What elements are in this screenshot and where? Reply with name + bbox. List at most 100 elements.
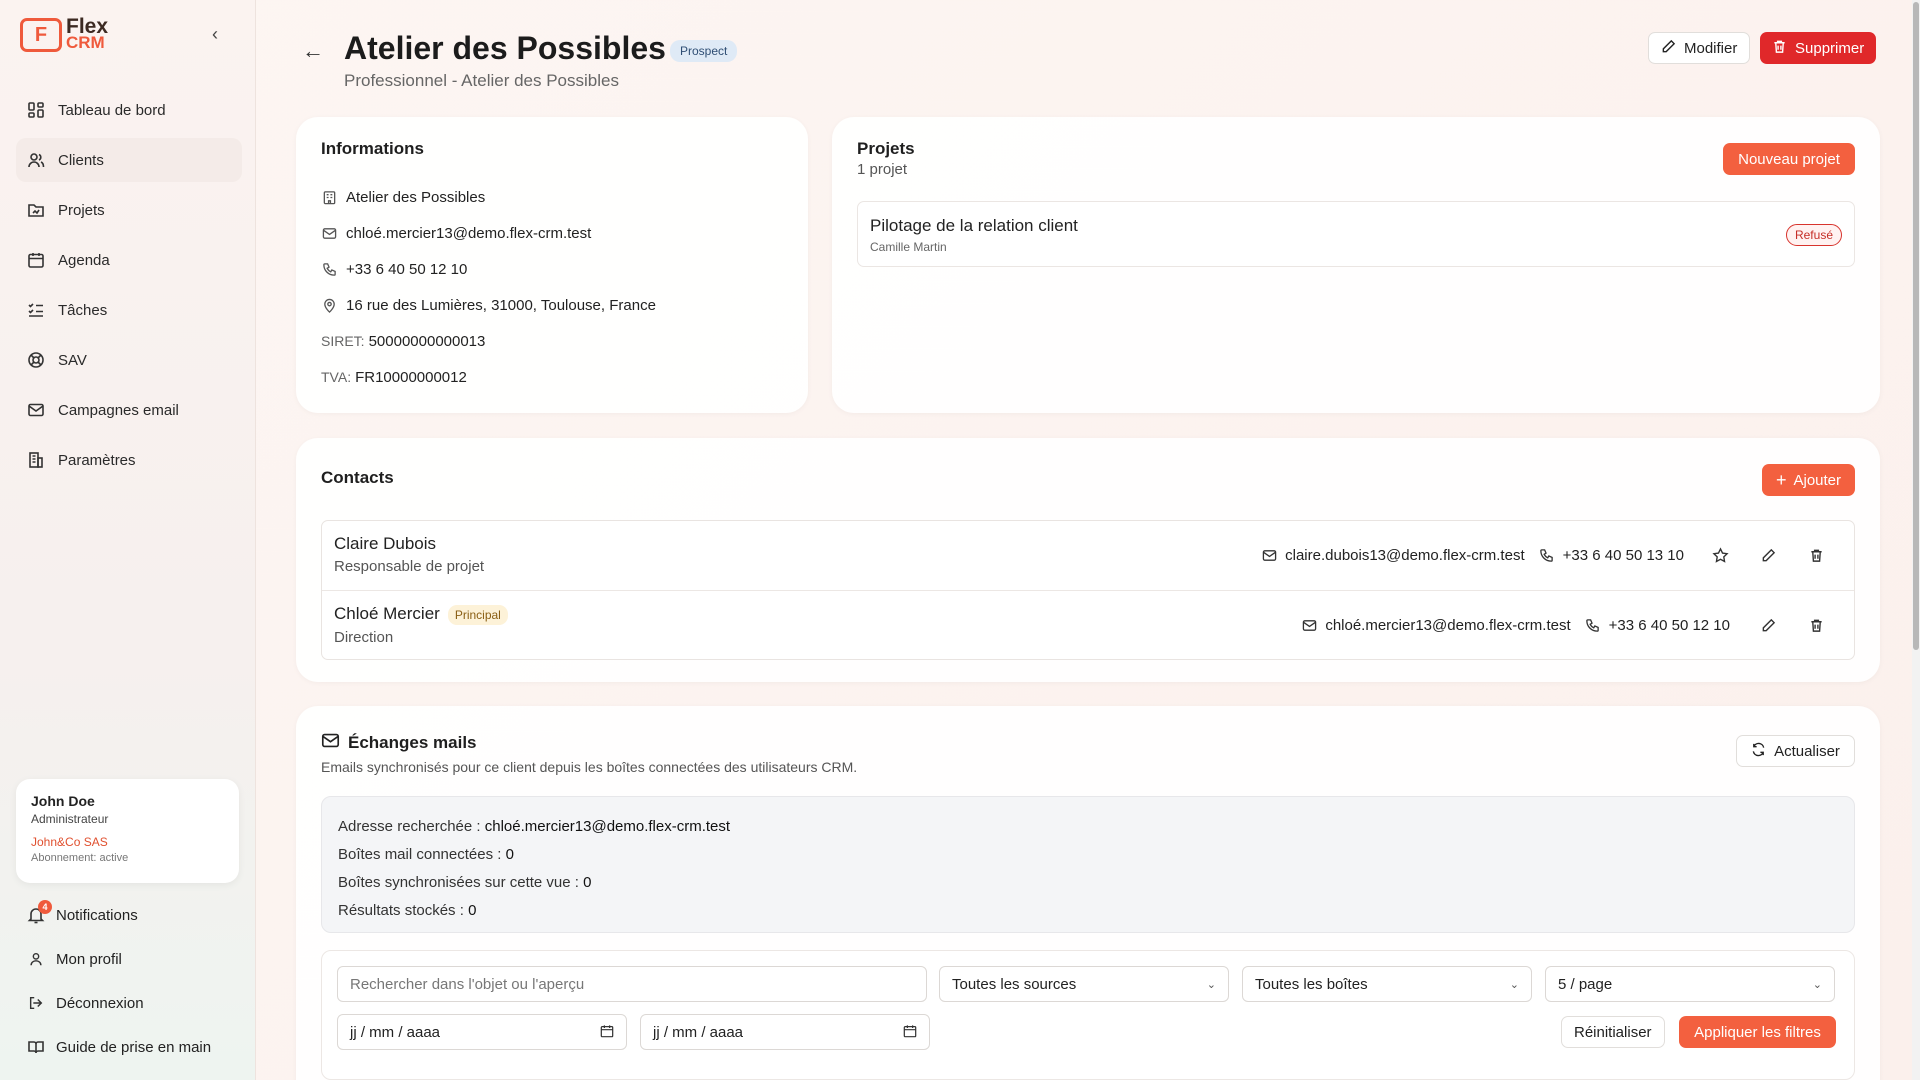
mailbox-select-value: Toutes les boîtes [1255, 975, 1368, 993]
project-item[interactable]: Pilotage de la relation client Camille M… [857, 201, 1855, 267]
pencil-icon[interactable] [1758, 545, 1778, 565]
project-owner: Camille Martin [870, 240, 947, 254]
projects-count: 1 projet [857, 161, 908, 178]
contact-name: Chloé Mercier [334, 604, 440, 623]
page-subtitle: Professionnel - Atelier des Possibles [344, 71, 619, 90]
sidebar-item-projects[interactable]: Projets [16, 188, 242, 232]
date-from-input[interactable]: jj / mm / aaaa [337, 1014, 627, 1050]
sidebar-item-label: Tableau de bord [58, 101, 166, 119]
sidebar-item-email-campaigns[interactable]: Campagnes email [16, 388, 242, 432]
map-pin-icon [321, 297, 337, 313]
refresh-button[interactable]: Actualiser [1736, 735, 1855, 767]
mail-icon [321, 225, 337, 241]
mail-description: Emails synchronisés pour ce client depui… [321, 759, 858, 775]
notifications-link[interactable]: 4 Notifications [26, 893, 246, 937]
mail-search-input[interactable]: Rechercher dans l'objet ou l'aperçu [337, 966, 927, 1002]
info-phone[interactable]: +33 6 40 50 12 10 [346, 261, 467, 278]
lifebuoy-icon [26, 350, 46, 370]
folder-icon [26, 200, 46, 220]
plus-icon: + [1775, 470, 1787, 490]
contact-email[interactable]: chloé.mercier13@demo.flex-crm.test [1325, 617, 1570, 634]
stat-address: Adresse recherchée : chloé.mercier13@dem… [338, 818, 731, 835]
guide-link[interactable]: Guide de prise en main [26, 1025, 246, 1069]
sidebar-item-settings[interactable]: Paramètres [16, 438, 242, 482]
sidebar-item-dashboard[interactable]: Tableau de bord [16, 88, 242, 132]
principal-badge: Principal [447, 604, 508, 625]
calendar-icon[interactable] [600, 1024, 614, 1041]
contact-meta: chloé.mercier13@demo.flex-crm.test +33 6… [1299, 615, 1826, 635]
trash-icon[interactable] [1806, 545, 1826, 565]
sidebar-item-clients[interactable]: Clients [16, 138, 242, 182]
mail-icon [321, 731, 340, 755]
building-icon [321, 189, 337, 205]
source-select[interactable]: Toutes les sources ⌄ [939, 966, 1229, 1002]
contact-row[interactable]: Claire Dubois Responsable de projet clai… [322, 521, 1854, 590]
sidebar-item-agenda[interactable]: Agenda [16, 238, 242, 282]
new-project-button[interactable]: Nouveau projet [1723, 143, 1855, 175]
mail-icon [1259, 545, 1279, 565]
add-contact-button[interactable]: + Ajouter [1762, 464, 1855, 496]
sidebar: F Flex CRM ‹ Tableau de bord Clients Pro… [0, 0, 256, 1080]
user-role: Administrateur [31, 812, 109, 826]
info-company-row: Atelier des Possibles [321, 179, 783, 215]
source-select-value: Toutes les sources [952, 975, 1077, 993]
collapse-sidebar-button[interactable]: ‹ [212, 24, 218, 45]
contact-row[interactable]: Chloé Mercier Principal Direction chloé.m… [322, 590, 1854, 659]
edit-button[interactable]: Modifier [1648, 32, 1751, 64]
chevron-down-icon: ⌄ [1812, 978, 1822, 991]
chevron-down-icon: ⌄ [1509, 978, 1519, 991]
sidebar-item-tasks[interactable]: Tâches [16, 288, 242, 332]
apply-filters-button[interactable]: Appliquer les filtres [1679, 1016, 1836, 1048]
page-title: Atelier des Possibles [344, 30, 666, 66]
page-scrollbar[interactable] [1912, 0, 1920, 1080]
profile-link[interactable]: Mon profil [26, 937, 246, 981]
logo-mark: F [20, 18, 62, 52]
phone-icon [1537, 545, 1557, 565]
back-arrow-icon[interactable]: ← [302, 38, 324, 64]
tva-value: FR10000000012 [355, 368, 467, 386]
logout-link[interactable]: Déconnexion [26, 981, 246, 1025]
siret-value: 50000000000013 [368, 332, 486, 350]
pencil-icon[interactable] [1758, 615, 1778, 635]
sidebar-item-label: Clients [58, 151, 104, 169]
sidebar-item-sav[interactable]: SAV [16, 338, 242, 382]
sidebar-item-label: SAV [58, 351, 87, 369]
info-address: 16 rue des Lumières, 31000, Toulouse, Fr… [346, 296, 656, 314]
scrollbar-thumb[interactable] [1913, 2, 1919, 650]
trash-icon[interactable] [1806, 615, 1826, 635]
date-to-value: jj / mm / aaaa [653, 1023, 744, 1041]
phone-icon [1583, 615, 1603, 635]
chevron-down-icon: ⌄ [1206, 978, 1216, 991]
contact-phone[interactable]: +33 6 40 50 12 10 [1609, 617, 1730, 634]
calendar-icon [26, 250, 46, 270]
info-tva-row: TVA: FR10000000012 [321, 359, 783, 395]
book-open-icon [26, 1037, 46, 1057]
sidebar-item-label: Campagnes email [58, 401, 179, 419]
edit-button-label: Modifier [1684, 39, 1738, 57]
mailbox-select[interactable]: Toutes les boîtes ⌄ [1242, 966, 1532, 1002]
app-logo[interactable]: F Flex CRM [20, 16, 108, 52]
profile-label: Mon profil [56, 950, 122, 968]
mail-stats-box: Adresse recherchée : chloé.mercier13@dem… [321, 796, 1855, 933]
user-subscription: Abonnement: active [31, 852, 129, 864]
status-badge: Prospect [670, 40, 738, 62]
notifications-label: Notifications [56, 906, 138, 924]
delete-button[interactable]: Supprimer [1760, 32, 1877, 64]
sidebar-item-label: Paramètres [58, 451, 136, 469]
date-to-input[interactable]: jj / mm / aaaa [640, 1014, 930, 1050]
contact-meta: claire.dubois13@demo.flex-crm.test +33 6… [1259, 545, 1826, 565]
user-card[interactable]: John Doe Administrateur John&Co SAS Abon… [16, 779, 239, 883]
sidebar-item-label: Projets [58, 201, 105, 219]
per-page-select[interactable]: 5 / page ⌄ [1545, 966, 1835, 1002]
mail-heading: Échanges mails [348, 733, 477, 752]
reset-filters-button[interactable]: Réinitialiser [1561, 1016, 1665, 1048]
contact-phone[interactable]: +33 6 40 50 13 10 [1563, 547, 1684, 564]
mail-exchanges-card: Échanges mails Emails synchronisés pour … [296, 706, 1880, 1080]
trash-icon [1772, 39, 1787, 58]
info-address-row: 16 rue des Lumières, 31000, Toulouse, Fr… [321, 287, 783, 323]
calendar-icon[interactable] [903, 1024, 917, 1041]
contact-email[interactable]: claire.dubois13@demo.flex-crm.test [1285, 547, 1525, 564]
star-icon[interactable] [1710, 545, 1730, 565]
tva-label: TVA: [321, 369, 352, 385]
info-email[interactable]: chloé.mercier13@demo.flex-crm.test [346, 225, 591, 242]
